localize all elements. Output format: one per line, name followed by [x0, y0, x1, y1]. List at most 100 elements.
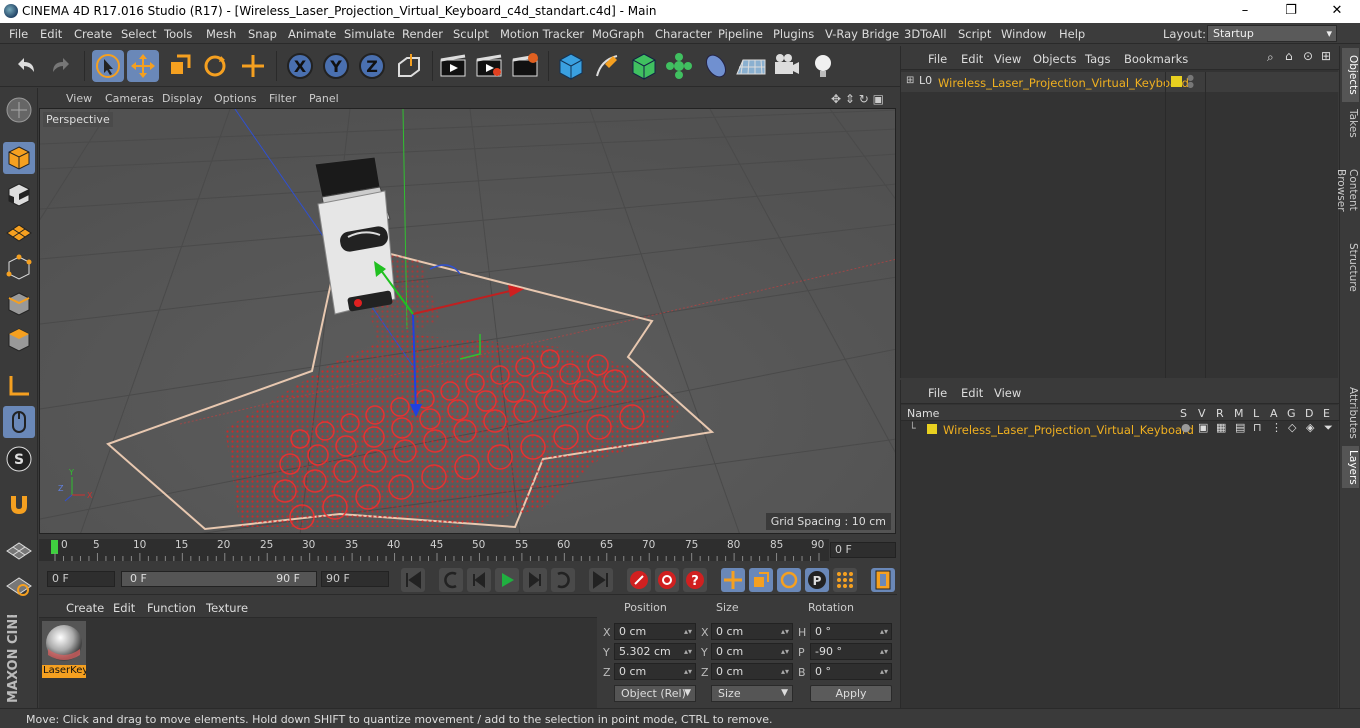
generator-toggle-icon[interactable]: ◇ [1288, 421, 1296, 434]
render-toggle-icon[interactable]: ▦ [1216, 421, 1226, 434]
autokey-button[interactable] [655, 568, 679, 592]
timeline-ruler[interactable]: 0 5 10 15 20 25 30 35 40 45 50 55 60 65 … [39, 535, 897, 565]
snap-button[interactable] [3, 488, 35, 520]
size-x-field[interactable]: 0 cm ▴▾ [711, 623, 793, 640]
key-scale-button[interactable] [749, 568, 773, 592]
menu-motion-tracker[interactable]: Motion Tracker [500, 27, 584, 41]
menu-help[interactable]: Help [1059, 27, 1085, 41]
rotation-h-field[interactable]: 0 ° ▴▾ [810, 623, 892, 640]
end-frame-field[interactable]: 90 F [321, 571, 389, 587]
workplane-lock-button[interactable] [3, 533, 35, 565]
pen-button[interactable] [591, 50, 623, 82]
viewport-menu-options[interactable]: Options [214, 92, 256, 105]
rotate-button[interactable] [199, 50, 231, 82]
timeline-window-button[interactable] [871, 568, 895, 592]
go-to-end-button[interactable] [589, 568, 613, 592]
object-row[interactable]: ⊞ L0 Wireless_Laser_Projection_Virtual_K… [901, 72, 1339, 92]
solo-toggle-icon[interactable]: ● [1181, 421, 1191, 434]
menu-mograph[interactable]: MoGraph [592, 27, 644, 41]
viewport-menu-display[interactable]: Display [162, 92, 203, 105]
key-position-button[interactable] [721, 568, 745, 592]
points-mode-button[interactable] [3, 252, 35, 284]
make-editable-button[interactable] [3, 94, 35, 126]
menu-plugins[interactable]: Plugins [773, 27, 814, 41]
minimize-button[interactable]: – [1222, 0, 1268, 23]
material-swatch[interactable]: LaserKey [42, 621, 86, 678]
frame-range-slider[interactable]: 0 F 90 F [121, 571, 317, 587]
camera-button[interactable] [771, 50, 803, 82]
layout-dropdown[interactable]: Startup ▾ [1207, 25, 1337, 42]
tab-attributes[interactable]: Attributes [1342, 382, 1359, 444]
objects-menu-view[interactable]: View [994, 52, 1021, 66]
position-z-field[interactable]: 0 cm ▴▾ [614, 663, 696, 680]
objects-menu-objects[interactable]: Objects [1033, 52, 1076, 66]
coordinate-mode-dropdown[interactable]: Object (Rel) ▼ [614, 685, 696, 702]
tab-structure[interactable]: Structure [1342, 238, 1359, 296]
scale-button[interactable] [163, 50, 195, 82]
layer-col-render[interactable]: R [1216, 407, 1224, 420]
menu-sculpt[interactable]: Sculpt [453, 27, 489, 41]
keyframe-selection-button[interactable]: ? [683, 568, 707, 592]
layer-col-name[interactable]: Name [907, 407, 939, 420]
key-pla-button[interactable] [833, 568, 857, 592]
link-icon[interactable]: ⊙ [1303, 49, 1313, 63]
texture-mode-button[interactable] [3, 179, 35, 211]
render-picture-viewer-button[interactable] [473, 50, 505, 82]
tweak-mode-button[interactable] [3, 406, 35, 438]
menu-simulate[interactable]: Simulate [344, 27, 395, 41]
floor-button[interactable] [735, 50, 767, 82]
view-toggle-icon[interactable]: ▣ [1198, 421, 1208, 434]
key-parameter-button[interactable]: P [805, 568, 829, 592]
deformer-button[interactable] [700, 50, 732, 82]
array-button[interactable] [663, 50, 695, 82]
objects-menu-file[interactable]: File [928, 52, 947, 66]
menu-pipeline[interactable]: Pipeline [718, 27, 763, 41]
coordinate-system-button[interactable] [393, 50, 425, 82]
viewport-menu-view[interactable]: View [66, 92, 92, 105]
render-view-button[interactable] [437, 50, 469, 82]
material-menu-texture[interactable]: Texture [206, 601, 248, 615]
move-button[interactable] [127, 50, 159, 82]
menu-animate[interactable]: Animate [288, 27, 336, 41]
menu-snap[interactable]: Snap [248, 27, 277, 41]
polygons-mode-button[interactable] [3, 324, 35, 356]
menu-select[interactable]: Select [121, 27, 156, 41]
record-button[interactable] [627, 568, 651, 592]
material-menu-function[interactable]: Function [147, 601, 196, 615]
layer-row[interactable]: └ Wireless_Laser_Projection_Virtual_Keyb… [901, 421, 1339, 439]
size-z-field[interactable]: 0 cm ▴▾ [711, 663, 793, 680]
light-button[interactable] [807, 50, 839, 82]
size-y-field[interactable]: 0 cm ▴▾ [711, 643, 793, 660]
z-axis-button[interactable]: Z [356, 50, 388, 82]
undo-button[interactable] [10, 50, 42, 82]
axis-mode-button[interactable] [3, 370, 35, 402]
menu-window[interactable]: Window [1001, 27, 1046, 41]
menu-3dtoall[interactable]: 3DToAll [904, 27, 947, 41]
live-selection-button[interactable] [92, 50, 124, 82]
cube-button[interactable] [555, 50, 587, 82]
layer-col-locked[interactable]: L [1253, 407, 1259, 420]
menu-tools[interactable]: Tools [164, 27, 192, 41]
objects-menu-edit[interactable]: Edit [961, 52, 983, 66]
menu-script[interactable]: Script [958, 27, 991, 41]
layer-col-solo[interactable]: S [1180, 407, 1187, 420]
model-mode-button[interactable] [3, 142, 35, 174]
animation-toggle-icon[interactable]: ⋮ [1271, 421, 1282, 434]
layer-name[interactable]: Wireless_Laser_Projection_Virtual_Keyboa… [943, 423, 1194, 437]
menu-edit[interactable]: Edit [40, 27, 62, 41]
key-rotation-button[interactable] [777, 568, 801, 592]
objects-menu-tags[interactable]: Tags [1085, 52, 1110, 66]
deformer-toggle-icon[interactable]: ◈ [1306, 421, 1314, 434]
objects-menu-bookmarks[interactable]: Bookmarks [1124, 52, 1188, 66]
workplane-axis-button[interactable] [3, 568, 35, 600]
home-icon[interactable]: ⌂ [1285, 49, 1293, 63]
close-button[interactable]: ✕ [1314, 0, 1360, 23]
layers-menu-view[interactable]: View [994, 386, 1021, 400]
layer-color-swatch[interactable] [1171, 76, 1182, 87]
workplane-button[interactable] [3, 215, 35, 247]
visibility-dots-icon[interactable]: ● ● [1187, 74, 1194, 89]
position-x-field[interactable]: 0 cm ▴▾ [614, 623, 696, 640]
expression-toggle-icon[interactable]: ⏷ [1324, 421, 1333, 435]
new-window-icon[interactable]: ⊞ [1321, 49, 1331, 63]
viewport-menu-panel[interactable]: Panel [309, 92, 339, 105]
